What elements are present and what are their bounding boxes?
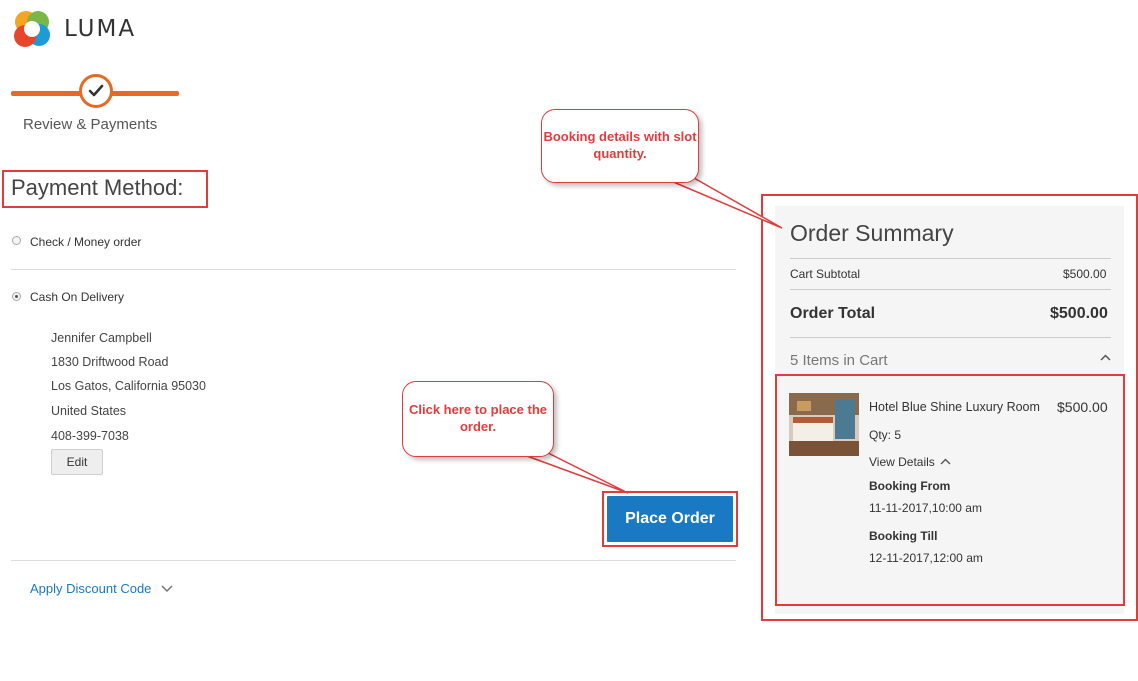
callout-pointers	[515, 177, 783, 494]
booking-details-callout: Booking details with slot quantity.	[541, 109, 699, 183]
booking-callout-pointer	[663, 177, 783, 229]
place-order-callout: Click here to place the order.	[402, 381, 554, 457]
order-callout-pointer	[515, 451, 629, 494]
